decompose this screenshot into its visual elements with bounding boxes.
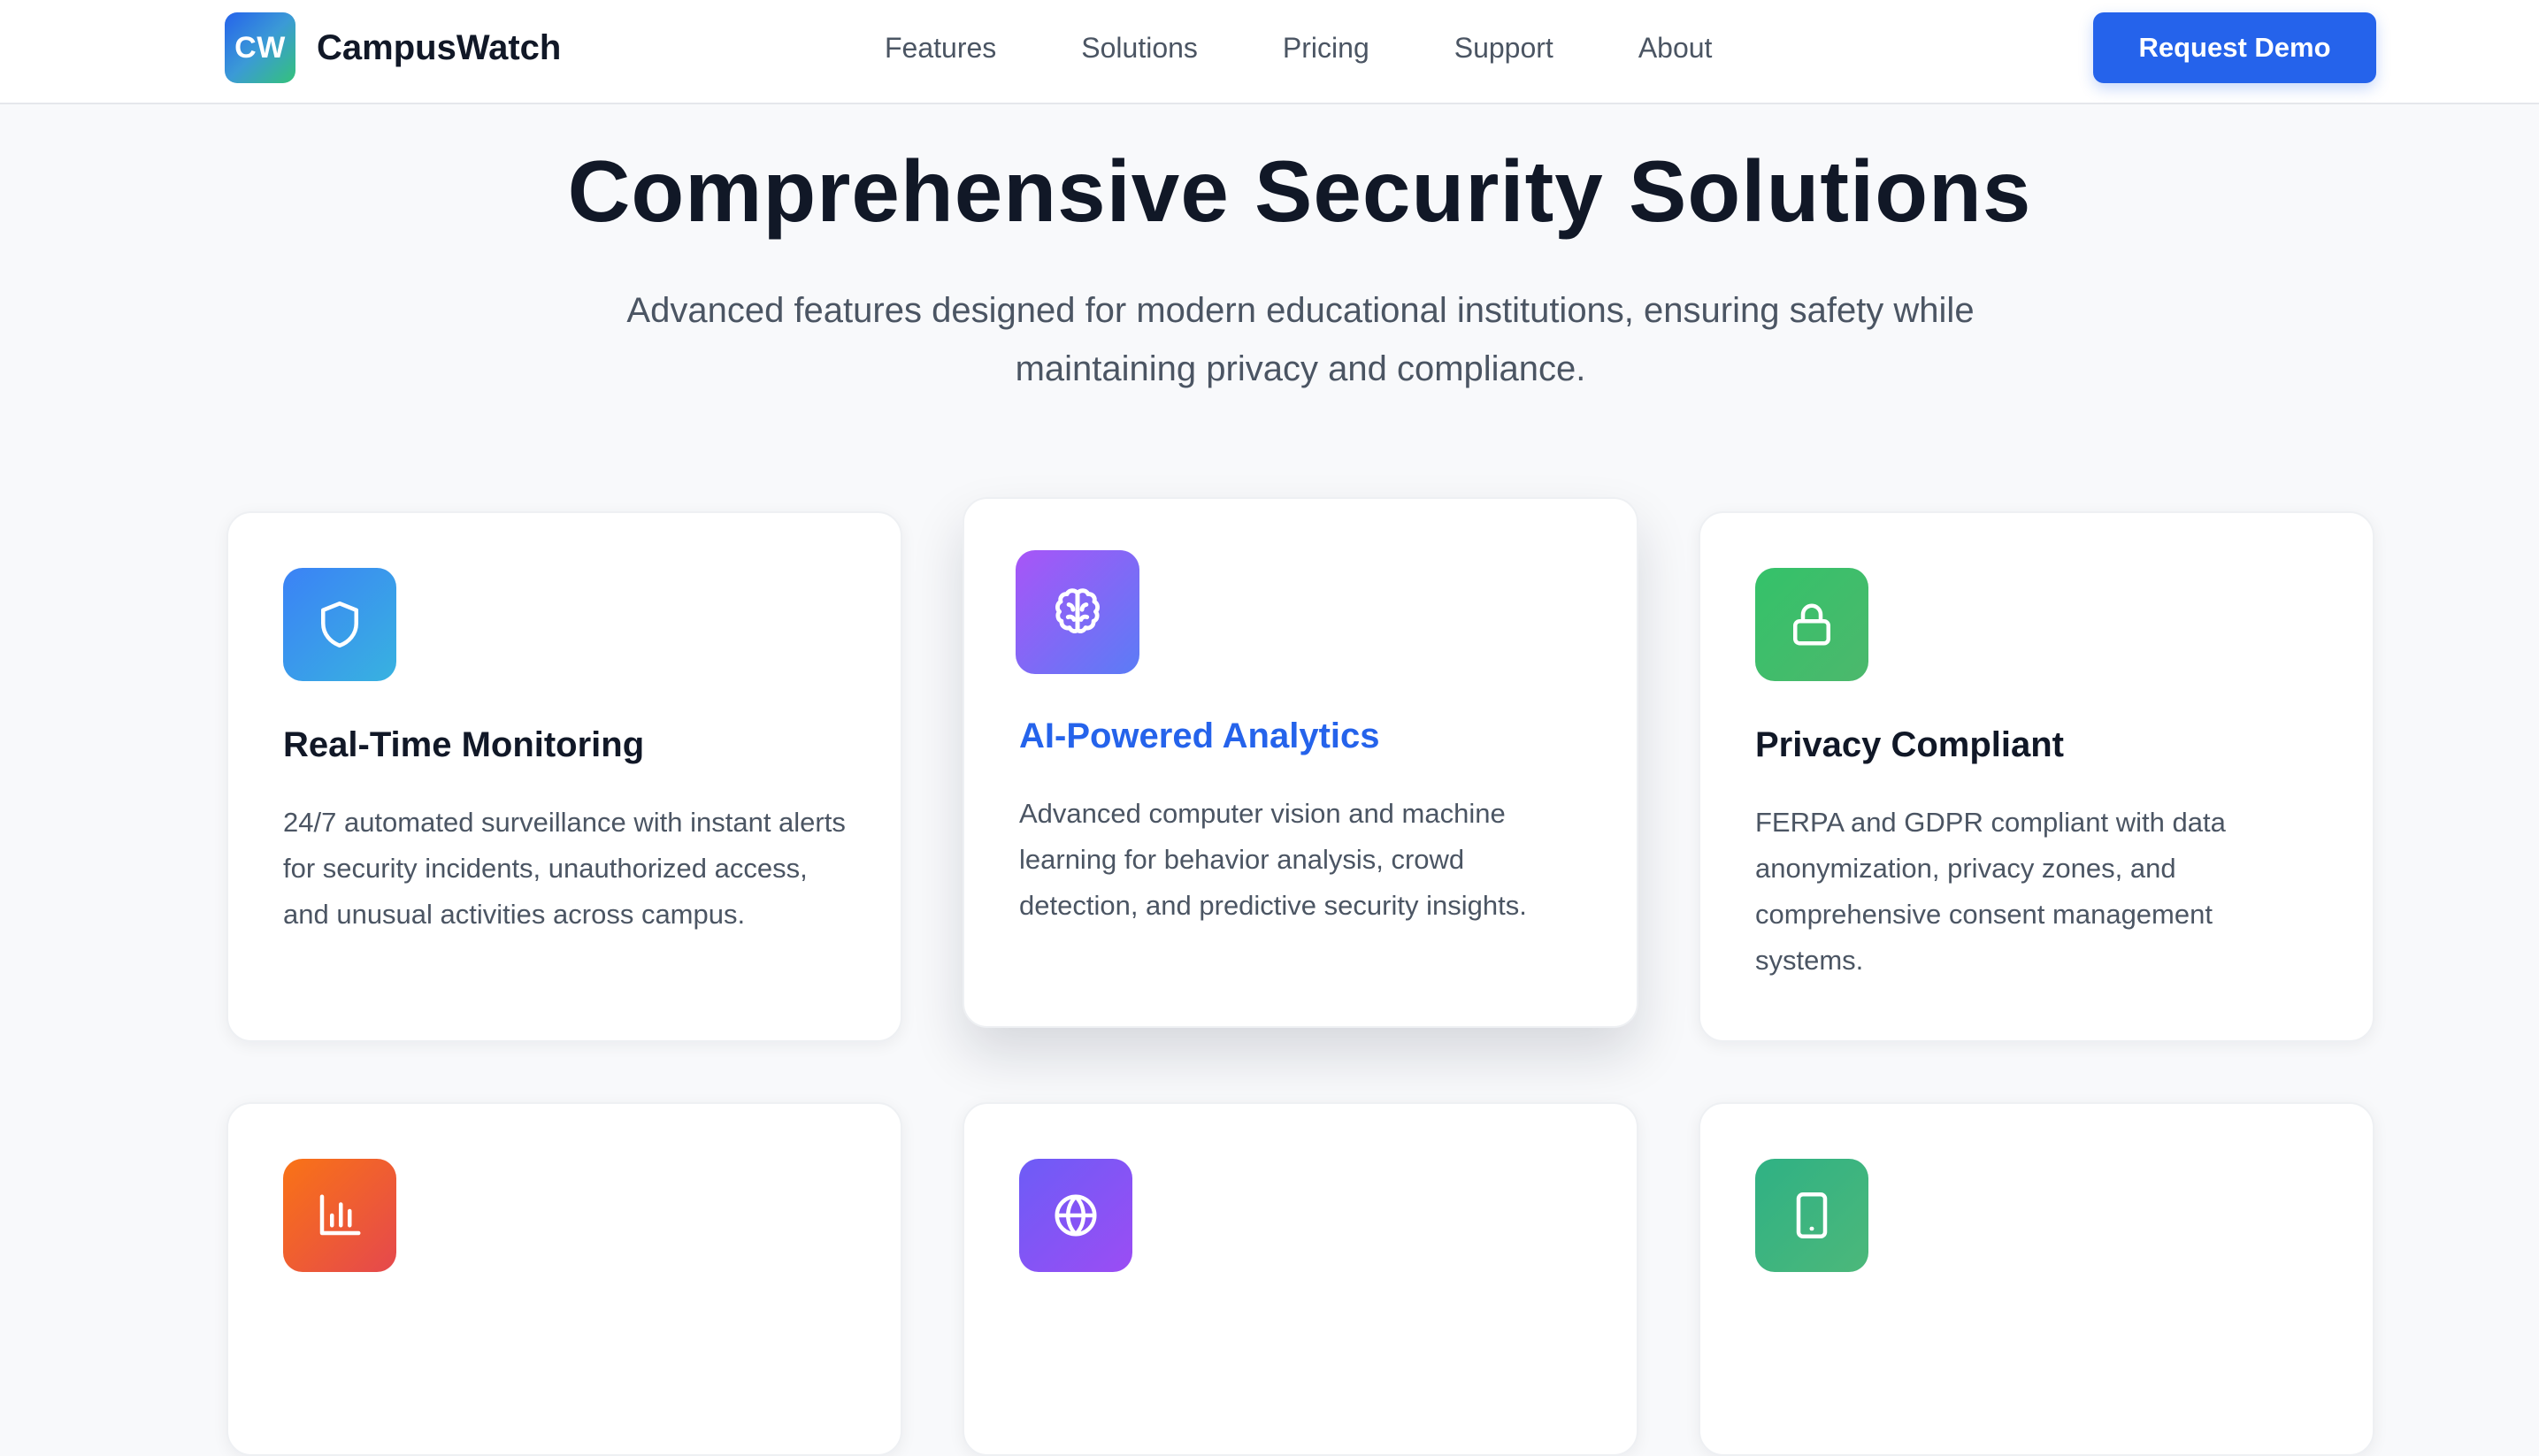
- feature-title: AI-Powered Analytics: [1019, 717, 1380, 755]
- tablet-icon: [1755, 1159, 1868, 1272]
- feature-card-ai-powered-analytics[interactable]: AI-Powered Analytics Advanced computer v…: [963, 497, 1638, 1028]
- globe-icon: [1019, 1159, 1132, 1272]
- logo-icon[interactable]: CW: [225, 12, 295, 83]
- nav-link-about[interactable]: About: [1638, 0, 1713, 96]
- nav-link-support[interactable]: Support: [1454, 0, 1553, 96]
- site-header: CW CampusWatch Features Solutions Pricin…: [0, 0, 2539, 104]
- feature-card[interactable]: [963, 1102, 1638, 1456]
- brain-icon: [1016, 550, 1139, 674]
- lock-icon: [1755, 568, 1868, 681]
- bar-chart-icon: [283, 1159, 396, 1272]
- feature-description: FERPA and GDPR compliant with data anony…: [1755, 807, 2226, 976]
- feature-title: Privacy Compliant: [1755, 725, 2065, 764]
- shield-icon: [283, 568, 396, 681]
- request-demo-button[interactable]: Request Demo: [2093, 12, 2376, 83]
- subtitle-line-1: Advanced features designed for modern ed…: [626, 291, 1975, 330]
- feature-card-real-time-monitoring[interactable]: Real-Time Monitoring 24/7 automated surv…: [226, 511, 902, 1042]
- nav-link-solutions[interactable]: Solutions: [1081, 0, 1198, 96]
- brand-name[interactable]: CampusWatch: [317, 25, 561, 71]
- feature-card-privacy-compliant[interactable]: Privacy Compliant FERPA and GDPR complia…: [1699, 511, 2374, 1042]
- feature-title: Real-Time Monitoring: [283, 725, 645, 764]
- feature-description: Advanced computer vision and machine lea…: [1019, 798, 1527, 921]
- page-title: Comprehensive Security Solutions: [567, 142, 2032, 240]
- page-subtitle: Advanced features designed for modern ed…: [610, 281, 1991, 398]
- main-nav: Features Solutions Pricing Support About: [885, 0, 1712, 96]
- feature-card[interactable]: [1699, 1102, 2374, 1456]
- feature-description: 24/7 automated surveillance with instant…: [283, 807, 846, 930]
- nav-link-features[interactable]: Features: [885, 0, 996, 96]
- feature-card[interactable]: [226, 1102, 902, 1456]
- subtitle-line-2: maintaining privacy and compliance.: [1015, 349, 1586, 388]
- nav-link-pricing[interactable]: Pricing: [1283, 0, 1369, 96]
